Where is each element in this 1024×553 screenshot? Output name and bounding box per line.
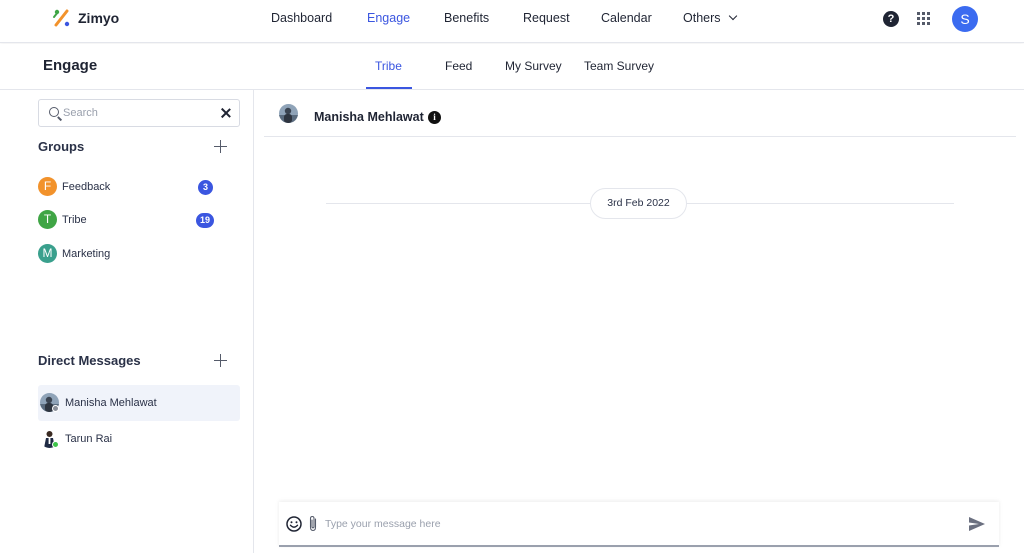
paperclip-icon[interactable] bbox=[308, 515, 318, 532]
page-header: Engage Tribe Feed My Survey Team Survey bbox=[0, 44, 1024, 90]
chevron-down-icon bbox=[728, 11, 737, 21]
send-icon[interactable] bbox=[968, 516, 986, 532]
dm-label: Tarun Rai bbox=[65, 433, 113, 445]
add-group-plus-icon[interactable] bbox=[214, 140, 227, 153]
search-icon bbox=[49, 107, 59, 117]
nav-dashboard[interactable]: Dashboard bbox=[271, 11, 332, 25]
unread-badge: 3 bbox=[198, 180, 213, 195]
page-title: Engage bbox=[43, 57, 98, 74]
nav-others-label: Others bbox=[683, 11, 721, 25]
dm-label: Manisha Mehlawat bbox=[65, 397, 157, 409]
message-input[interactable] bbox=[325, 516, 925, 532]
tab-team-survey[interactable]: Team Survey bbox=[584, 59, 654, 73]
add-direct-message-plus-icon[interactable] bbox=[214, 354, 227, 367]
group-avatar: M bbox=[38, 244, 57, 263]
chat-contact-name: Manisha Mehlawat bbox=[314, 110, 424, 124]
tab-my-survey[interactable]: My Survey bbox=[505, 59, 562, 73]
app-name: Zimyo bbox=[78, 10, 120, 26]
search-input[interactable] bbox=[63, 105, 213, 121]
dm-item-manisha-mehlawat[interactable]: Manisha Mehlawat bbox=[38, 385, 240, 421]
apps-grid-icon[interactable] bbox=[917, 12, 930, 25]
nav-calendar[interactable]: Calendar bbox=[601, 11, 652, 25]
tab-tribe[interactable]: Tribe bbox=[375, 59, 402, 73]
group-label: Feedback bbox=[62, 181, 111, 193]
close-icon[interactable] bbox=[220, 107, 232, 119]
nav-benefits[interactable]: Benefits bbox=[444, 11, 489, 25]
nav-request[interactable]: Request bbox=[523, 11, 570, 25]
nav-engage[interactable]: Engage bbox=[367, 11, 410, 25]
group-avatar: T bbox=[38, 210, 57, 229]
app-logo[interactable]: Zimyo bbox=[52, 8, 119, 28]
tab-feed[interactable]: Feed bbox=[445, 59, 472, 73]
active-tab-indicator bbox=[366, 87, 412, 89]
group-item-tribe[interactable]: T Tribe 19 bbox=[38, 209, 238, 231]
search-box[interactable] bbox=[38, 99, 240, 127]
sidebar: Groups F Feedback 3 T Tribe 19 M Marketi… bbox=[0, 90, 254, 553]
emoji-icon[interactable] bbox=[286, 516, 302, 532]
dm-item-tarun-rai[interactable]: Tarun Rai bbox=[38, 421, 240, 457]
group-item-feedback[interactable]: F Feedback 3 bbox=[38, 176, 238, 198]
message-composer bbox=[279, 502, 999, 547]
help-icon[interactable]: ? bbox=[883, 11, 899, 27]
user-avatar[interactable]: S bbox=[952, 6, 978, 32]
date-divider: 3rd Feb 2022 bbox=[590, 188, 687, 219]
zimyo-logo-icon bbox=[53, 9, 70, 27]
group-label: Marketing bbox=[62, 248, 111, 260]
nav-others[interactable]: Others bbox=[683, 11, 737, 25]
info-icon[interactable]: i bbox=[428, 111, 441, 124]
avatar[interactable] bbox=[279, 104, 298, 123]
groups-title: Groups bbox=[38, 139, 85, 154]
online-status-icon bbox=[52, 441, 59, 448]
group-avatar: F bbox=[38, 177, 57, 196]
offline-status-icon bbox=[52, 405, 59, 412]
top-navigation: Zimyo Dashboard Engage Benefits Request … bbox=[0, 0, 1024, 43]
unread-badge: 19 bbox=[196, 213, 215, 228]
chat-header: Manisha Mehlawat i bbox=[264, 90, 1016, 137]
direct-messages-title: Direct Messages bbox=[38, 353, 141, 368]
group-label: Tribe bbox=[62, 214, 87, 226]
group-item-marketing[interactable]: M Marketing bbox=[38, 243, 238, 265]
